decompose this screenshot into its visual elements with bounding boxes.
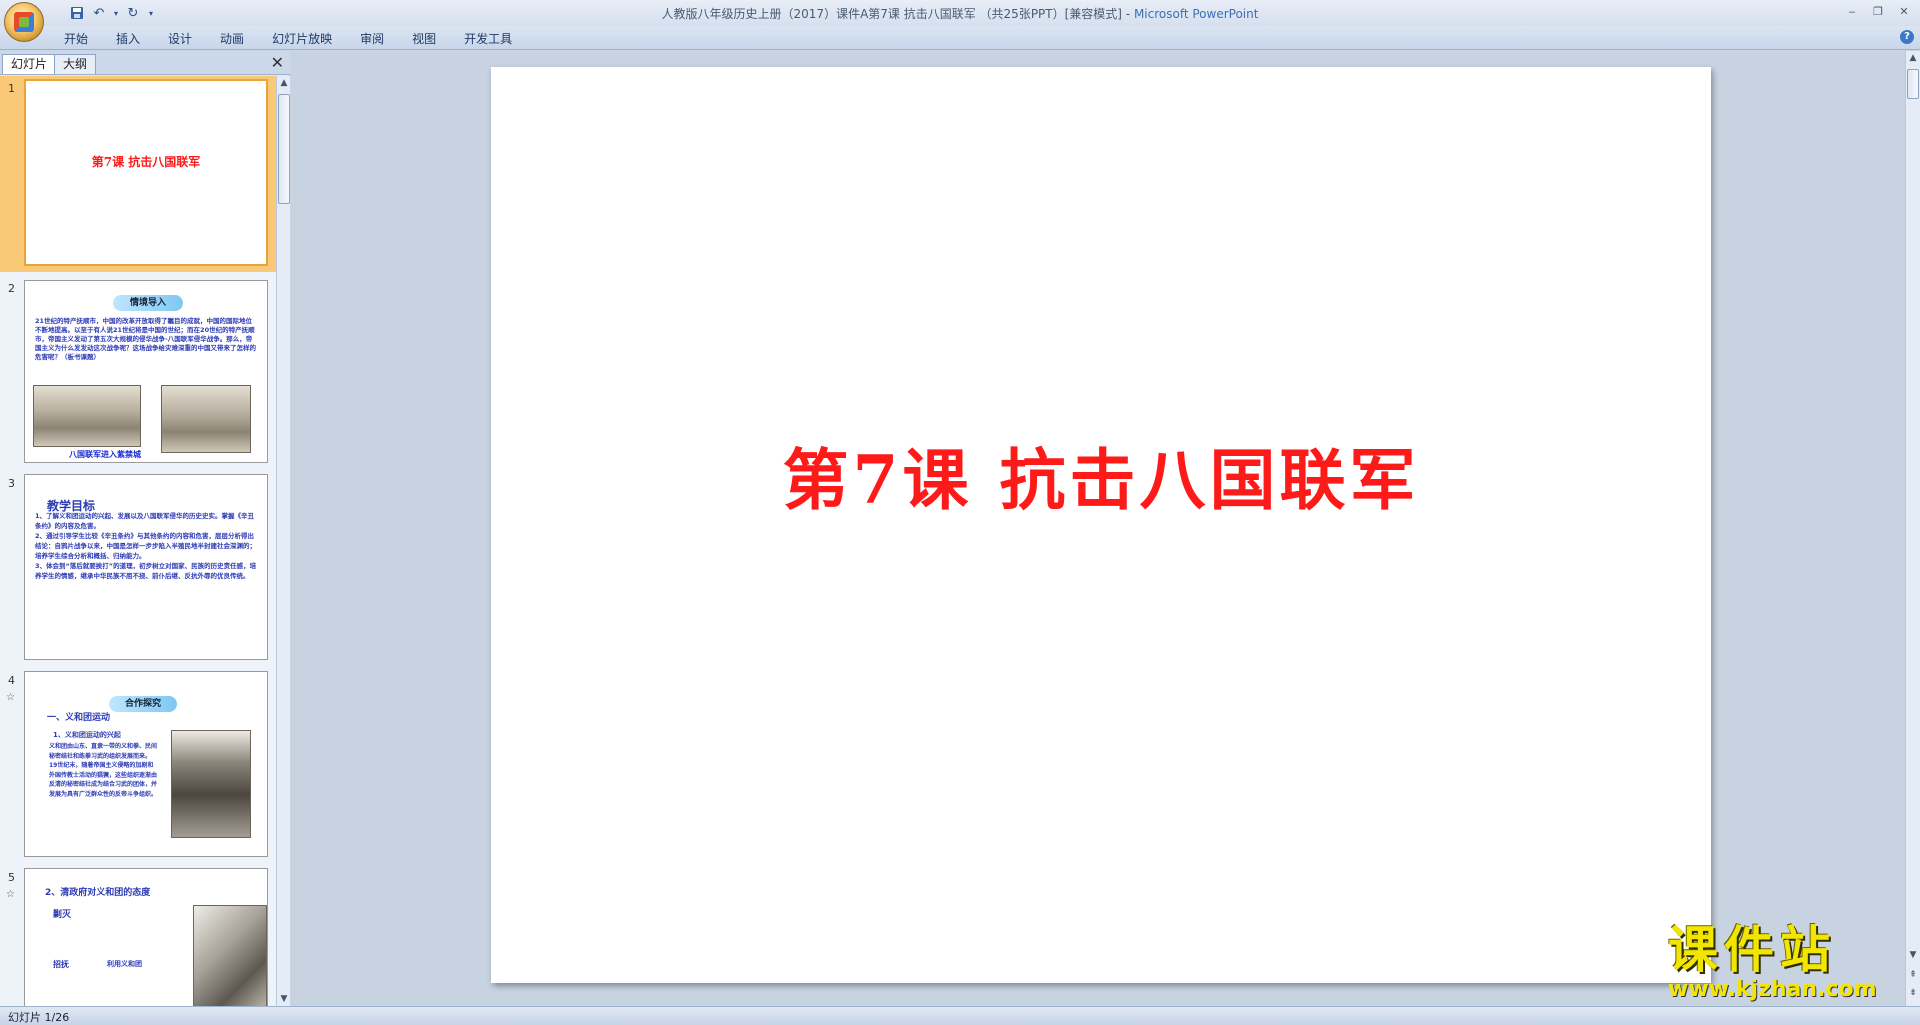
tab-slideshow[interactable]: 幻灯片放映 (258, 30, 346, 48)
thumbnail-row-5[interactable]: 5 ☆ 2、清政府对义和团的态度 剿灭 招抚 利用义和团 (0, 865, 276, 1006)
watermark-logo: 课件站 www.kjzhan.com (1668, 922, 1908, 1004)
close-pane-icon[interactable]: ✕ (271, 53, 284, 72)
thumbnail-row-3[interactable]: 3 教学目标 1、了解义和团运动的兴起、发展以及八国联军侵华的历史史实。掌握《辛… (0, 471, 276, 663)
slide-counter: 幻灯片 1/26 (8, 1011, 70, 1024)
current-slide[interactable]: 第7课 抗击八国联军 (491, 67, 1711, 983)
thumb-heading: 2、清政府对义和团的态度 (45, 888, 151, 898)
next-slide-icon[interactable]: ⇟ (1906, 986, 1920, 1000)
slides-pane: 幻灯片 大纲 ✕ 1 第7课 抗击八国联军 2 情境导入 21世纪的特产抚顺市，… (0, 51, 290, 1006)
watermark-url: www.kjzhan.com (1668, 977, 1877, 1002)
thumb-badge: 情境导入 (113, 295, 183, 311)
title-bar: ↶ ▾ ↻ ▾ 人教版八年级历史上册（2017）课件A第7课 抗击八国联军 （共… (0, 0, 1920, 42)
scroll-up-arrow-icon[interactable]: ▲ (277, 76, 291, 90)
editor-scrollbar[interactable]: ▲ ▼ ⇞ ⇟ (1905, 51, 1920, 1006)
thumbnail-row-1[interactable]: 1 第7课 抗击八国联军 (0, 76, 276, 272)
previous-slide-icon[interactable]: ⇞ (1906, 968, 1920, 982)
tab-view[interactable]: 视图 (398, 30, 450, 48)
animation-star-icon: ☆ (6, 889, 15, 900)
slide-thumbnail-4[interactable]: 合作探究 一、义和团运动 1、义和团运动的兴起 义和团由山东、直隶一带的义和拳、… (24, 671, 268, 857)
close-window-button[interactable]: ✕ (1892, 2, 1916, 20)
window-title: 人教版八年级历史上册（2017）课件A第7课 抗击八国联军 （共25张PPT）[… (0, 5, 1920, 22)
thumbnail-row-2[interactable]: 2 情境导入 21世纪的特产抚顺市，中国的改革开放取得了瞩目的成就，中国的国际地… (0, 276, 276, 466)
tab-developer[interactable]: 开发工具 (450, 30, 526, 48)
thumbnail-row-4[interactable]: 4 ☆ 合作探究 一、义和团运动 1、义和团运动的兴起 义和团由山东、直隶一带的… (0, 668, 276, 860)
minimize-button[interactable]: ‒ (1840, 2, 1864, 20)
thumb-photo-boxers (171, 730, 251, 838)
thumb-badge: 合作探究 (109, 696, 177, 712)
slide-thumbnail-2[interactable]: 情境导入 21世纪的特产抚顺市，中国的改革开放取得了瞩目的成就，中国的国际地位不… (24, 280, 268, 463)
tab-slides[interactable]: 幻灯片 (2, 54, 57, 74)
ribbon: 开始 插入 设计 动画 幻灯片放映 审阅 视图 开发工具 ? (0, 26, 1920, 50)
tab-insert[interactable]: 插入 (102, 30, 154, 48)
thumb-photo-troops (161, 385, 251, 453)
thumb-caption: 八国联军进入紫禁城 (69, 450, 141, 459)
animation-star-icon: ☆ (6, 692, 15, 703)
slide-number: 2 (8, 282, 15, 295)
thumb-body: 义和团由山东、直隶一带的义和拳、民间秘密结社和练拳习武的组织发展而来。19世纪末… (49, 743, 158, 798)
window-controls: ‒ ❐ ✕ (1840, 2, 1916, 20)
thumb-item: 利用义和团 (107, 960, 142, 968)
watermark-title: 课件站 (1668, 920, 1836, 979)
slide-thumbnail-5[interactable]: 2、清政府对义和团的态度 剿灭 招抚 利用义和团 (24, 868, 268, 1006)
thumb-item: 剿灭 (53, 910, 72, 920)
thumb-body: 1、了解义和团运动的兴起、发展以及八国联军侵华的历史史实。掌握《辛丑条约》的内容… (35, 512, 257, 580)
tab-review[interactable]: 审阅 (346, 30, 398, 48)
thumb-photo-flag (193, 905, 267, 1006)
slide-number: 3 (8, 477, 15, 490)
thumb-title: 第7课 抗击八国联军 (91, 155, 201, 169)
thumb-item: 招抚 (53, 960, 69, 969)
window-title-app: Microsoft PowerPoint (1133, 7, 1259, 21)
tab-design[interactable]: 设计 (154, 30, 206, 48)
slide-number: 4 (8, 674, 15, 687)
scrollbar-thumb[interactable] (278, 94, 290, 204)
pane-tabs: 幻灯片 大纲 ✕ (0, 51, 290, 75)
slide-editing-area: 第7课 抗击八国联军 (291, 51, 1905, 1006)
thumb-photo-forbidden-city (33, 385, 141, 447)
thumb-heading: 一、义和团运动 (47, 713, 111, 723)
office-button[interactable] (4, 2, 44, 42)
window-title-document: 人教版八年级历史上册（2017）课件A第7课 抗击八国联军 （共25张PPT）[… (661, 7, 1134, 21)
tab-home[interactable]: 开始 (50, 30, 102, 48)
tab-outline[interactable]: 大纲 (54, 54, 97, 74)
slide-thumbnail-1[interactable]: 第7课 抗击八国联军 (24, 79, 268, 266)
slide-number: 1 (8, 82, 15, 95)
scrollbar-thumb[interactable] (1907, 69, 1919, 99)
ribbon-tabs: 开始 插入 设计 动画 幻灯片放映 审阅 视图 开发工具 (50, 30, 526, 48)
scroll-up-arrow-icon[interactable]: ▲ (1906, 51, 1920, 65)
thumbnails-scrollbar[interactable]: ▲ ▼ (276, 76, 290, 1006)
scroll-down-arrow-icon[interactable]: ▼ (1906, 948, 1920, 962)
thumb-subheading: 1、义和团运动的兴起 (53, 731, 121, 739)
help-icon[interactable]: ? (1900, 30, 1914, 44)
status-bar: 幻灯片 1/26 (0, 1006, 1920, 1025)
thumb-body: 21世纪的特产抚顺市，中国的改革开放取得了瞩目的成就，中国的国际地位不断地提高。… (35, 317, 256, 361)
restore-button[interactable]: ❐ (1866, 2, 1890, 20)
office-logo-icon (14, 12, 34, 32)
slide-number: 5 (8, 871, 15, 884)
scroll-down-arrow-icon[interactable]: ▼ (277, 992, 291, 1006)
slide-title[interactable]: 第7课 抗击八国联军 (491, 427, 1711, 523)
tab-animations[interactable]: 动画 (206, 30, 258, 48)
slide-thumbnail-3[interactable]: 教学目标 1、了解义和团运动的兴起、发展以及八国联军侵华的历史史实。掌握《辛丑条… (24, 474, 268, 660)
slide-thumbnails: 1 第7课 抗击八国联军 2 情境导入 21世纪的特产抚顺市，中国的改革开放取得… (0, 76, 276, 1006)
